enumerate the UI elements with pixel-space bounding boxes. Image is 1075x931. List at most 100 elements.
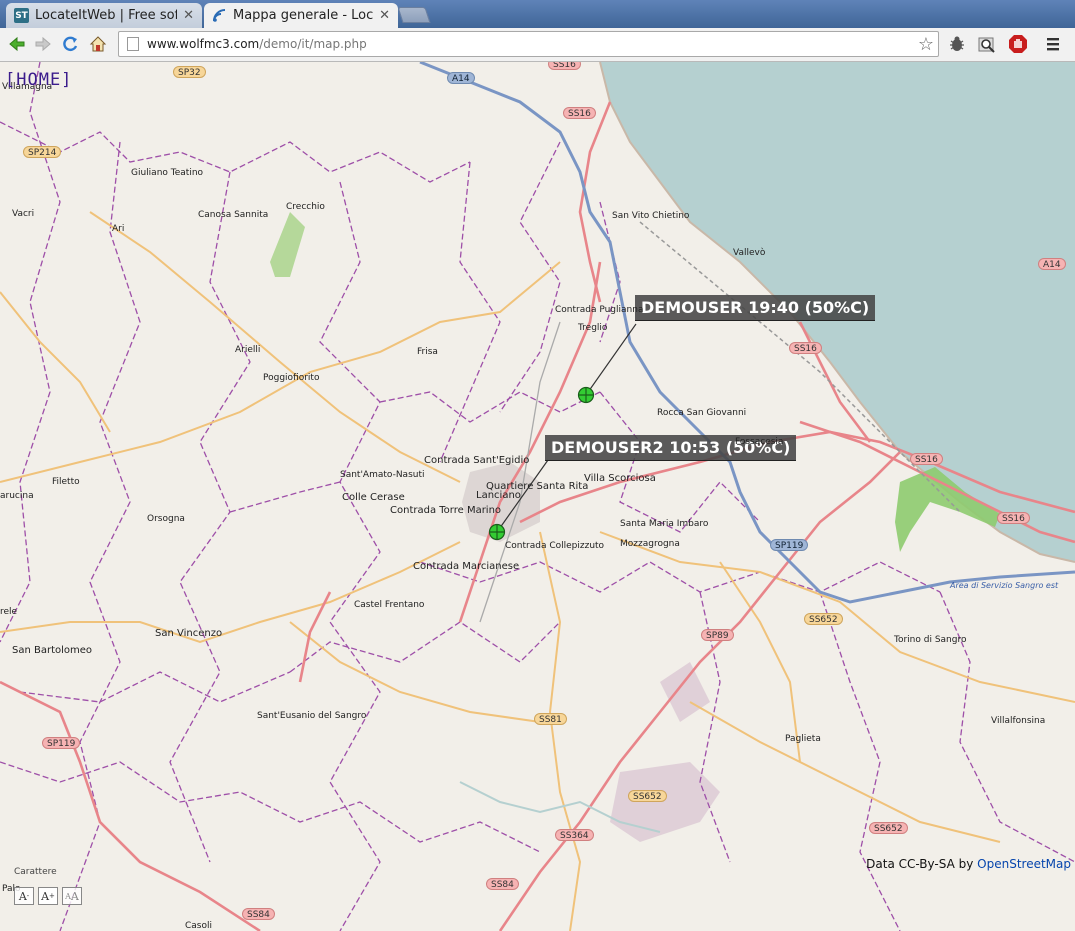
adblock-button[interactable] [1006,32,1030,56]
place-label: Orsogna [147,514,185,524]
crosshair-marker-icon [488,523,506,541]
signal-favicon-icon [212,8,227,23]
back-arrow-icon [9,36,25,52]
place-label: Vallevò [733,248,766,258]
place-label: Fossacesia [735,437,784,447]
place-label: Castel Frentano [354,600,425,610]
road-shield: SS652 [869,822,908,834]
place-label: San Bartolomeo [12,645,93,656]
place-label: Filetto [52,477,80,487]
road-shield: SS652 [628,790,667,802]
extension-search-button[interactable] [975,32,999,56]
tab-title: LocateItWeb | Free softw [35,8,178,23]
road-shield: SP32 [173,66,206,78]
st-favicon-icon: ST [14,8,29,23]
page-icon [127,37,139,51]
place-label: Frisa [417,347,438,357]
text-size-label: Carattere [14,867,57,877]
attribution-text: Data CC-By-SA by [866,857,978,871]
place-label: Contrada Marcianese [413,561,520,572]
url-text[interactable]: www.wolfmc3.com/demo/it/map.php [147,37,367,51]
place-label: Sant'Eusanio del Sangro [257,711,367,721]
text-larger-button[interactable]: A + [38,887,58,905]
place-label: Poggiofiorito [263,373,320,383]
place-label: Mozzagrogna [620,539,680,549]
place-label: San Vincenzo [155,628,223,639]
road-shield: SS81 [534,713,567,725]
road-shield: SS84 [242,908,275,920]
place-label: Santa Maria Imbaro [620,519,709,529]
place-label: Contrada Collepizzuto [505,541,605,551]
address-bar[interactable]: www.wolfmc3.com/demo/it/map.php ☆ [118,31,939,57]
road-shield: SS16 [563,107,596,119]
place-label: Villa Scorciosa [584,473,656,484]
tab-mappa-generale[interactable]: Mappa generale - LocateIt ✕ [204,3,398,28]
place-label: Giuliano Teatino [131,168,204,178]
place-label: rele [0,607,18,617]
back-button[interactable] [5,32,29,56]
map-attribution: Data CC-By-SA by OpenStreetMap [866,857,1071,871]
road-shield: SS16 [997,512,1030,524]
forward-arrow-icon [35,36,51,52]
forward-button[interactable] [31,32,55,56]
bug-icon [950,36,964,51]
place-label: Torino di Sangro [894,635,967,645]
stop-hand-icon [1009,35,1027,53]
menu-button[interactable] [1041,32,1065,56]
road-shield: SP119 [770,539,809,551]
place-label: Area di Servizio Sangro est [950,581,1059,590]
place-label: Colle Cerase [342,492,405,503]
tab-locateitweb[interactable]: ST LocateItWeb | Free softw ✕ [6,3,202,28]
home-icon [89,36,107,52]
place-label: Canosa Sannita [198,210,269,220]
road-shield: SP214 [23,146,62,158]
tab-title: Mappa generale - LocateIt [233,8,374,23]
text-reset-button[interactable]: AA [62,887,82,905]
browser-toolbar: www.wolfmc3.com/demo/it/map.php ☆ [0,28,1075,62]
place-label: Casoli [185,921,212,931]
reload-icon [63,36,78,52]
road-shield: SS16 [910,453,943,465]
road-shield: SP89 [701,629,734,641]
place-label: Ari [112,224,125,234]
place-label: Vacri [12,209,35,219]
map-tiles [0,62,1075,931]
text-size-controls: A- A + AA [14,887,82,905]
new-tab-button[interactable] [397,7,431,23]
marker-label-demouser: DEMOUSER 19:40 (50%C) [635,295,876,321]
crosshair-marker-icon [577,386,595,404]
magnifier-icon [978,37,995,53]
road-shield: SP119 [42,737,81,749]
tab-strip: ST LocateItWeb | Free softw ✕ Mappa gene… [0,0,1075,28]
road-shield: SS16 [789,342,822,354]
hamburger-menu-icon [1047,38,1059,51]
road-shield: SS16 [548,62,581,70]
place-label: Contrada Torre Marino [390,505,502,516]
home-link[interactable]: [HOME] [5,70,72,90]
map-viewport[interactable]: DEMOUSER 19:40 (50%C) DEMOUSER2 10:53 (5… [0,62,1075,931]
place-label: Crecchio [286,202,325,212]
place-label: Paglieta [785,734,821,744]
place-label: Sant'Amato-Nasuti [340,470,425,480]
road-shield: SS364 [555,829,594,841]
place-label: Treglio [578,323,608,333]
text-smaller-button[interactable]: A- [14,887,34,905]
road-shield: SS84 [486,878,519,890]
place-label: Rocca San Giovanni [657,408,747,418]
road-shield: A14 [1038,258,1066,270]
home-button[interactable] [86,32,110,56]
close-tab-icon[interactable]: ✕ [183,8,194,23]
place-label: Arielli [235,345,261,355]
openstreetmap-link[interactable]: OpenStreetMap [977,857,1071,871]
road-shield: SS652 [804,613,843,625]
place-label: arucina [0,491,34,501]
extension-bug-button[interactable] [945,32,969,56]
close-tab-icon[interactable]: ✕ [379,8,390,23]
place-label: Contrada Puglianna [555,305,644,315]
road-shield: A14 [447,72,475,84]
place-label: Villalfonsina [991,716,1046,726]
place-label: San Vito Chietino [612,211,690,221]
bookmark-star-icon[interactable]: ☆ [918,34,934,55]
place-label: Lanciano [476,490,521,501]
reload-button[interactable] [58,32,82,56]
